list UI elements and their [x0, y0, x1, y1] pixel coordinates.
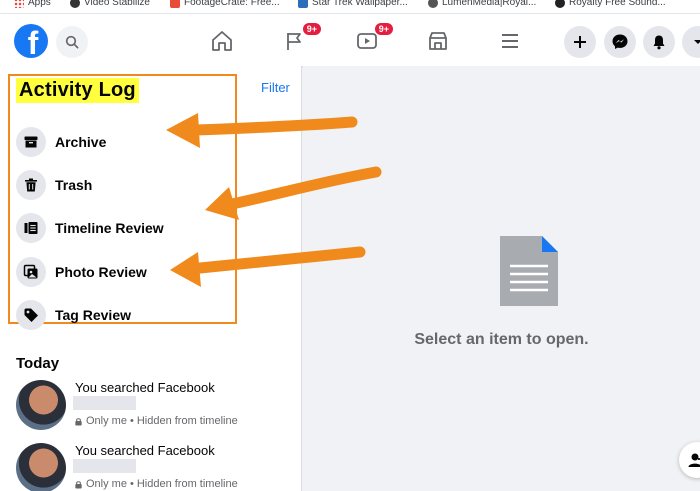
menu-item-tag-review[interactable]: Tag Review	[16, 298, 131, 332]
search-icon	[65, 35, 79, 49]
account-button[interactable]	[682, 26, 700, 58]
trash-icon	[25, 178, 37, 192]
activity-log-sidebar: Activity Log Archive Trash Timeline Revi…	[0, 66, 302, 491]
bookmark-icon	[298, 0, 308, 8]
facebook-logo[interactable]: f	[14, 24, 48, 58]
new-message-button[interactable]	[679, 442, 700, 478]
bookmark-icon	[170, 0, 180, 8]
home-tab[interactable]	[207, 26, 237, 56]
notification-badge: 9+	[373, 22, 394, 36]
bell-icon	[653, 35, 665, 50]
timeline-review-icon	[24, 222, 38, 234]
chevron-down-icon	[694, 40, 700, 44]
top-navigation: f 9+ 9+	[0, 14, 700, 66]
apps-grid-icon	[14, 0, 24, 8]
notifications-button[interactable]	[643, 26, 675, 58]
marketplace-icon	[429, 32, 447, 50]
photo-review-icon	[23, 264, 38, 279]
avatar	[16, 443, 66, 491]
page-title: Activity Log	[16, 78, 139, 103]
bookmark-icon	[555, 0, 565, 8]
redacted-placeholder	[73, 396, 136, 410]
lock-icon	[75, 417, 82, 426]
create-button[interactable]	[564, 26, 596, 58]
menu-item-timeline-review[interactable]: Timeline Review	[16, 211, 164, 245]
redacted-placeholder	[73, 459, 136, 473]
menu-item-trash[interactable]: Trash	[16, 168, 92, 202]
watch-tab[interactable]: 9+	[352, 22, 394, 56]
document-icon	[500, 236, 558, 306]
messenger-button[interactable]	[604, 26, 636, 58]
people-icon	[688, 453, 700, 467]
bookmark-lumenmedia[interactable]: LumenMedia|Royal...	[428, 0, 536, 8]
marketplace-tab[interactable]	[423, 26, 453, 56]
notification-badge: 9+	[301, 22, 322, 36]
avatar	[16, 380, 66, 430]
activity-log-highlight-box: Activity Log Archive Trash Timeline Revi…	[8, 74, 237, 330]
messenger-icon	[612, 34, 628, 49]
empty-state-message: Select an item to open.	[414, 331, 589, 348]
bookmark-apps[interactable]: Apps	[14, 0, 51, 8]
filter-link[interactable]: Filter	[261, 80, 290, 95]
search-button[interactable]	[56, 26, 88, 58]
menu-item-archive[interactable]: Archive	[16, 125, 106, 159]
menu-tab[interactable]	[495, 26, 525, 56]
bookmark-footagecrate[interactable]: FootageCrate: Free...	[170, 0, 280, 8]
menu-item-photo-review[interactable]: Photo Review	[16, 255, 147, 289]
archive-icon	[24, 136, 38, 148]
plus-icon	[574, 36, 586, 48]
activity-entry[interactable]: You searched Facebook Only me • Hidden f…	[16, 380, 296, 436]
bookmark-star-trek[interactable]: Star Trek Wallpaper...	[298, 0, 408, 8]
lock-icon	[75, 480, 82, 489]
bookmark-icon	[70, 0, 80, 8]
menu-icon	[502, 34, 518, 48]
bookmark-icon	[428, 0, 438, 8]
pages-tab[interactable]: 9+	[280, 22, 322, 56]
activity-entry[interactable]: You searched Facebook Only me • Hidden f…	[16, 443, 296, 491]
section-heading-today: Today	[16, 355, 60, 372]
content-panel: Select an item to open.	[303, 66, 700, 491]
home-icon	[212, 31, 232, 51]
bookmarks-bar: Apps Video Stabilize FootageCrate: Free.…	[0, 0, 700, 14]
bookmark-royalty-free-sound[interactable]: Royalty Free Sound...	[555, 0, 666, 8]
tag-icon	[24, 308, 38, 322]
bookmark-video-stabilize[interactable]: Video Stabilize	[70, 0, 150, 8]
